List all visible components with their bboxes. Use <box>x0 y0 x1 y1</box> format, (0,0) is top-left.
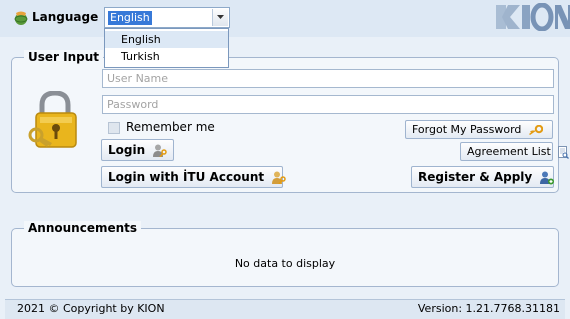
user-key-icon <box>272 171 287 184</box>
announcements-empty-text: No data to display <box>234 257 336 270</box>
language-select-value: English <box>108 11 152 25</box>
language-option-english[interactable]: English <box>105 31 228 48</box>
agreement-list-label: Agreement List <box>467 145 551 158</box>
language-label: Language <box>32 10 99 24</box>
password-field[interactable]: Password <box>102 95 554 114</box>
agreement-list-button[interactable]: Agreement List <box>460 142 570 161</box>
language-dropdown-list: English Turkish <box>104 28 229 68</box>
announcements-legend: Announcements <box>24 221 142 235</box>
add-user-icon <box>540 171 555 184</box>
itu-login-button[interactable]: Login with İTU Account <box>101 166 287 188</box>
forgot-password-button[interactable]: Forgot My Password <box>405 120 553 139</box>
username-field[interactable]: User Name <box>102 69 554 88</box>
itu-login-label: Login with İTU Account <box>108 170 265 184</box>
register-apply-button[interactable]: Register & Apply <box>411 166 555 188</box>
copyright-text: 2021 © Copyright by KION <box>17 302 165 315</box>
language-option-turkish[interactable]: Turkish <box>105 48 228 65</box>
user-input-legend: User Input <box>24 50 103 64</box>
register-apply-label: Register & Apply <box>418 170 533 184</box>
language-dropdown-button[interactable] <box>212 9 228 26</box>
kion-logo <box>492 3 570 31</box>
login-label: Login <box>108 143 146 157</box>
key-icon <box>528 125 543 135</box>
remember-me-label: Remember me <box>126 120 215 134</box>
padlock-key-icon <box>28 91 77 148</box>
remember-me-checkbox[interactable] <box>108 122 120 134</box>
forgot-password-label: Forgot My Password <box>412 123 522 136</box>
footer-bar: 2021 © Copyright by KION Version: 1.21.7… <box>5 299 565 319</box>
document-search-icon <box>558 145 570 159</box>
language-select[interactable]: English <box>104 7 230 28</box>
version-text: Version: 1.21.7768.31181 <box>417 302 560 315</box>
user-key-icon <box>153 144 168 157</box>
header-bar: Language English <box>0 0 570 37</box>
language-globe-icon <box>14 11 28 25</box>
login-button[interactable]: Login <box>101 139 174 161</box>
chevron-down-icon <box>217 15 224 19</box>
